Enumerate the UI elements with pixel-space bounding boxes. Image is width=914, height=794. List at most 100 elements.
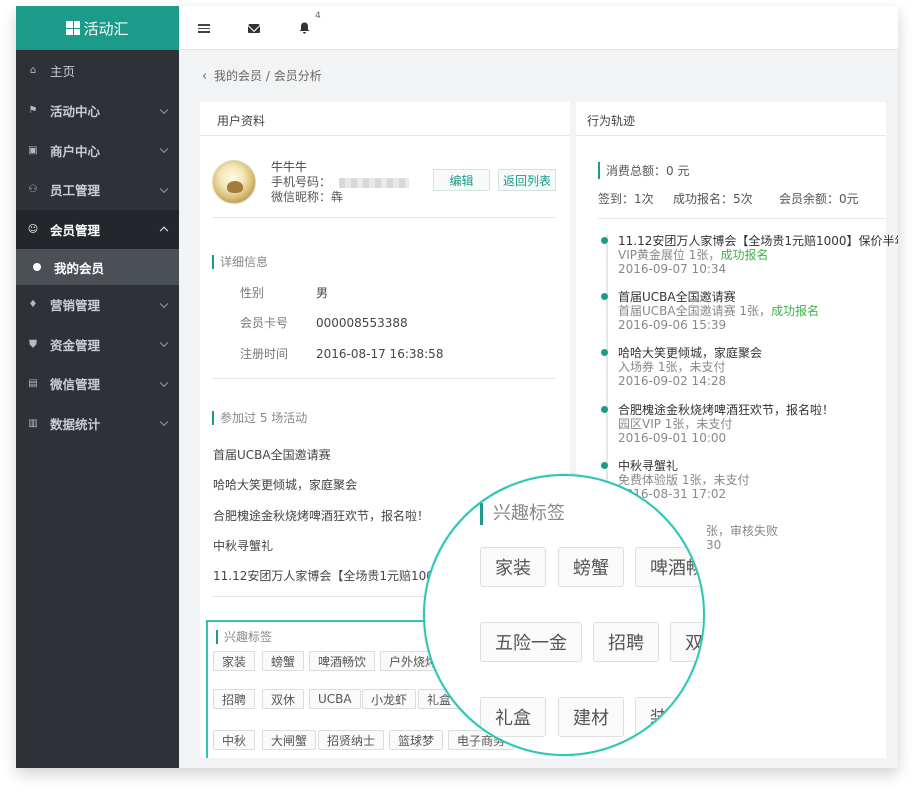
sidebar-nav: ⌂ 主页 ⚑ 活动中心 ▣ 商户中心 ⚇ 员工管理 ☺ 会员管理 我的会员 ♦ … xyxy=(16,50,179,443)
store-icon: ▣ xyxy=(28,144,38,156)
zoomed-tag: 五险一金 xyxy=(480,622,582,662)
back-to-list-button[interactable]: 返回列表 xyxy=(498,169,556,191)
tag[interactable]: 篮球梦 xyxy=(389,730,444,750)
timeline-event[interactable]: 首届UCBA全国邀请赛 首届UCBA全国邀请赛 1张，成功报名 2016-09-… xyxy=(601,290,819,332)
chevron-down-icon xyxy=(159,184,169,193)
tag[interactable]: 家装 xyxy=(213,651,256,671)
avatar xyxy=(212,160,256,204)
menu-icon[interactable] xyxy=(198,24,210,33)
dot-icon xyxy=(33,263,41,271)
logo-text: 活动汇 xyxy=(83,19,129,38)
mail-icon[interactable] xyxy=(248,24,260,33)
sidebar-subitem-my-members[interactable]: 我的会员 xyxy=(16,249,179,285)
activities-title: 参加过 5 场活动 xyxy=(212,411,307,425)
enroll-count: 成功报名：5次 xyxy=(673,192,753,206)
chevron-down-icon xyxy=(159,144,169,154)
tag[interactable]: 小龙虾 xyxy=(362,689,417,709)
chevron-left-icon[interactable]: ‹ xyxy=(202,69,207,84)
sidebar-item-home[interactable]: ⌂ 主页 xyxy=(16,50,179,91)
sidebar: 活动汇 ⌂ 主页 ⚑ 活动中心 ▣ 商户中心 ⚇ 员工管理 ☺ 会员管理 我的会… xyxy=(16,6,179,768)
sidebar-item-label: 会员管理 xyxy=(50,222,101,238)
tag[interactable]: 大闸蟹 xyxy=(262,730,317,750)
divider xyxy=(598,218,886,219)
phone-value-redacted xyxy=(339,177,410,188)
bell-icon[interactable] xyxy=(299,22,310,34)
zoomed-tag: 建材 xyxy=(558,697,624,737)
activity-item[interactable]: 11.12安团万人家博会【全场贵1元赔1000】 xyxy=(213,567,454,584)
activity-item[interactable]: 合肥槐途金秋烧烤啤酒狂欢节，报名啦！ xyxy=(213,507,429,524)
thumbs-up-icon: ♦ xyxy=(28,299,38,311)
edit-button[interactable]: 编辑 xyxy=(433,169,490,191)
tag[interactable]: UCBA xyxy=(309,689,361,709)
total-spend: 消费总额：0 元 xyxy=(598,162,689,179)
sidebar-item-label: 资金管理 xyxy=(50,337,101,353)
timeline-event[interactable]: 哈哈大笑更倾城，家庭聚会 入场券 1张，未支付 2016-09-02 14:28 xyxy=(601,346,762,388)
sidebar-item-label: 活动中心 xyxy=(50,104,101,120)
timeline-event[interactable]: 合肥槐途金秋烧烤啤酒狂欢节，报名啦！ 园区VIP 1张，未支付 2016-09-… xyxy=(601,403,834,445)
profile-panel-title: 用户资料 xyxy=(200,102,570,136)
chevron-down-icon xyxy=(159,338,169,348)
sidebar-item-label: 主页 xyxy=(50,64,76,79)
users-icon: ⚇ xyxy=(28,184,38,196)
bar-chart-icon: ▥ xyxy=(28,417,38,429)
profile-info: 牛牛牛 手机号码： 微信昵称：犇 xyxy=(271,160,410,205)
smile-icon: ☺ xyxy=(27,223,39,235)
zoomed-tag: 招聘 xyxy=(593,622,659,662)
sidebar-item-label: 微信管理 xyxy=(50,377,101,393)
phone-label: 手机号码： xyxy=(271,175,332,189)
zoomed-tag: 礼盒 xyxy=(480,697,546,737)
chevron-down-icon xyxy=(159,105,169,114)
tag[interactable]: 啤酒畅饮 xyxy=(309,651,376,671)
logo-icon xyxy=(66,21,81,35)
breadcrumb: ‹ 我的会员 / 会员分析 xyxy=(202,67,322,84)
behavior-panel-title: 行为轨迹 xyxy=(576,102,886,136)
zoomed-tag: 啤酒畅 xyxy=(635,547,703,587)
shield-icon: ⛊ xyxy=(29,338,37,350)
timeline-event-partial: 张，审核失败 30 xyxy=(706,524,779,552)
sidebar-item-wechat[interactable]: ▤ 微信管理 xyxy=(16,364,179,404)
app-logo[interactable]: 活动汇 xyxy=(16,6,179,50)
chevron-up-icon xyxy=(159,226,169,236)
signin-count: 签到：1次 xyxy=(598,192,654,206)
sidebar-item-members[interactable]: ☺ 会员管理 xyxy=(16,209,179,249)
sidebar-item-marketing[interactable]: ♦ 营销管理 xyxy=(16,285,179,325)
zoomed-tag: 家装 xyxy=(480,547,546,587)
profile-card: 牛牛牛 手机号码： 微信昵称：犇 编辑 返回列表 xyxy=(212,156,556,218)
sidebar-item-stats[interactable]: ▥ 数据统计 xyxy=(16,404,179,444)
tag[interactable]: 双休 xyxy=(262,689,305,709)
breadcrumb-parent[interactable]: 我的会员 xyxy=(214,69,262,83)
zoomed-tag: 螃蟹 xyxy=(558,547,624,587)
wechat-label: 微信昵称： xyxy=(271,190,332,204)
activity-item[interactable]: 首届UCBA全国邀请赛 xyxy=(213,446,331,463)
details-title: 详细信息 xyxy=(212,255,268,269)
tag[interactable]: 招聘 xyxy=(213,689,256,709)
wechat-value: 犇 xyxy=(331,190,344,204)
home-icon: ⌂ xyxy=(29,65,37,76)
tag[interactable]: 招贤纳士 xyxy=(318,730,385,750)
detail-row-register: 注册时间 2016-08-17 16:38:58 xyxy=(240,347,444,361)
chevron-down-icon xyxy=(159,417,169,427)
breadcrumb-sep: / xyxy=(265,69,270,83)
chevron-down-icon xyxy=(159,378,169,387)
sidebar-item-funds[interactable]: ⛊ 资金管理 xyxy=(16,325,179,365)
magnifier-overlay: 兴趣标签 家装 螃蟹 啤酒畅 五险一金 招聘 双 礼盒 建材 装 xyxy=(423,474,705,756)
divider xyxy=(212,378,555,379)
activity-item[interactable]: 哈哈大笑更倾城，家庭聚会 xyxy=(213,476,357,493)
timeline-event[interactable]: 11.12安团万人家博会【全场贵1元赔1000】保价半年 VIP黄金展位 1张，… xyxy=(601,234,898,276)
tag[interactable]: 中秋 xyxy=(213,730,256,750)
sidebar-item-merchant[interactable]: ▣ 商户中心 xyxy=(16,131,179,171)
magnifier-title: 兴趣标签 xyxy=(480,503,565,525)
sidebar-item-label: 数据统计 xyxy=(50,416,101,432)
detail-row-gender: 性别男 xyxy=(240,286,329,300)
sidebar-subitem-label: 我的会员 xyxy=(54,260,105,276)
timeline-dot xyxy=(601,406,608,413)
sidebar-item-activity[interactable]: ⚑ 活动中心 xyxy=(16,91,179,131)
flag-icon: ⚑ xyxy=(28,105,38,117)
chat-icon: ▤ xyxy=(28,378,38,390)
sidebar-item-staff[interactable]: ⚇ 员工管理 xyxy=(16,170,179,210)
sidebar-item-label: 员工管理 xyxy=(50,183,101,199)
tag[interactable]: 螃蟹 xyxy=(262,651,305,671)
activity-item[interactable]: 中秋寻蟹礼 xyxy=(213,537,273,554)
top-bar: 4 xyxy=(179,6,898,50)
member-balance: 会员余额：0元 xyxy=(779,192,859,206)
